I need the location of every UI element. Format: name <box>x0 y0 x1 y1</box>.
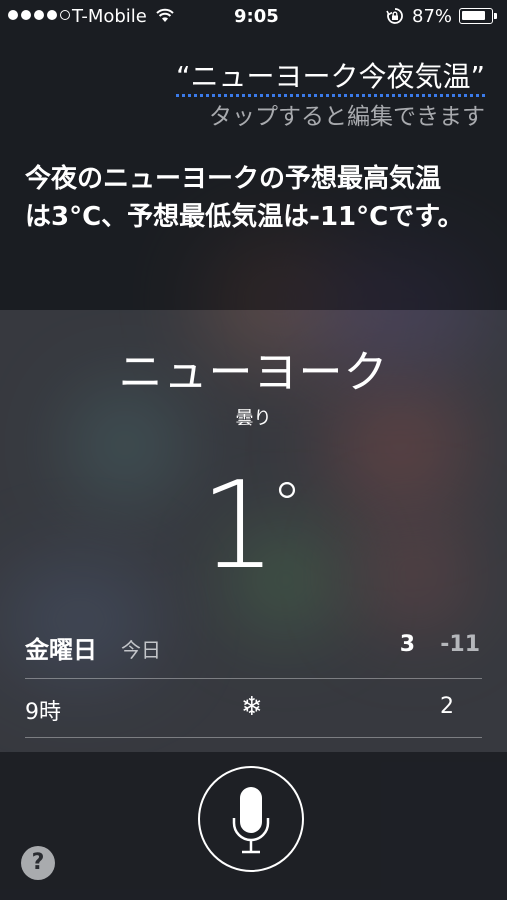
siri-mic-button[interactable] <box>198 766 304 872</box>
wifi-icon <box>156 8 174 22</box>
weather-city: ニューヨーク <box>118 347 389 398</box>
divider <box>25 737 482 738</box>
siri-answer: 今夜のニューヨークの予想最高気温は3°C、予想最低気温は-11°Cです。 <box>25 164 464 232</box>
siri-query[interactable]: “ニューヨーク今夜気温” <box>175 55 485 97</box>
forecast-day-row: 金曜日 今日 3 -11 <box>25 630 482 670</box>
hour-label: 9時 <box>25 700 61 725</box>
clock: 9:05 <box>234 6 279 27</box>
hourly-forecast-row: 9時 ❄ 2 <box>25 692 482 730</box>
battery-icon <box>459 8 497 24</box>
rotation-lock-icon <box>386 8 403 24</box>
high-temperature: 3 <box>399 632 415 657</box>
day-name: 金曜日 <box>25 636 97 664</box>
snowflake-icon: ❄ <box>241 692 263 722</box>
signal-strength-icon <box>8 10 70 20</box>
carrier-name: T-Mobile <box>72 6 147 27</box>
hour-temperature: 2 <box>440 694 454 719</box>
status-bar: T-Mobile 9:05 87% <box>0 0 507 34</box>
divider <box>25 678 482 679</box>
tap-to-edit-hint: タップすると編集できます <box>209 104 485 130</box>
blurred-background <box>0 0 507 900</box>
current-temperature: 1 <box>200 457 277 596</box>
query-text[interactable]: “ニューヨーク今夜気温” <box>175 60 485 97</box>
microphone-icon <box>232 787 270 854</box>
degree-symbol: ° <box>272 470 302 540</box>
low-temperature: -11 <box>440 632 480 657</box>
weather-condition: 曇り <box>235 408 272 429</box>
battery-percentage: 87% <box>412 6 453 27</box>
help-button[interactable]: ? <box>21 846 55 880</box>
today-label: 今日 <box>121 638 161 662</box>
